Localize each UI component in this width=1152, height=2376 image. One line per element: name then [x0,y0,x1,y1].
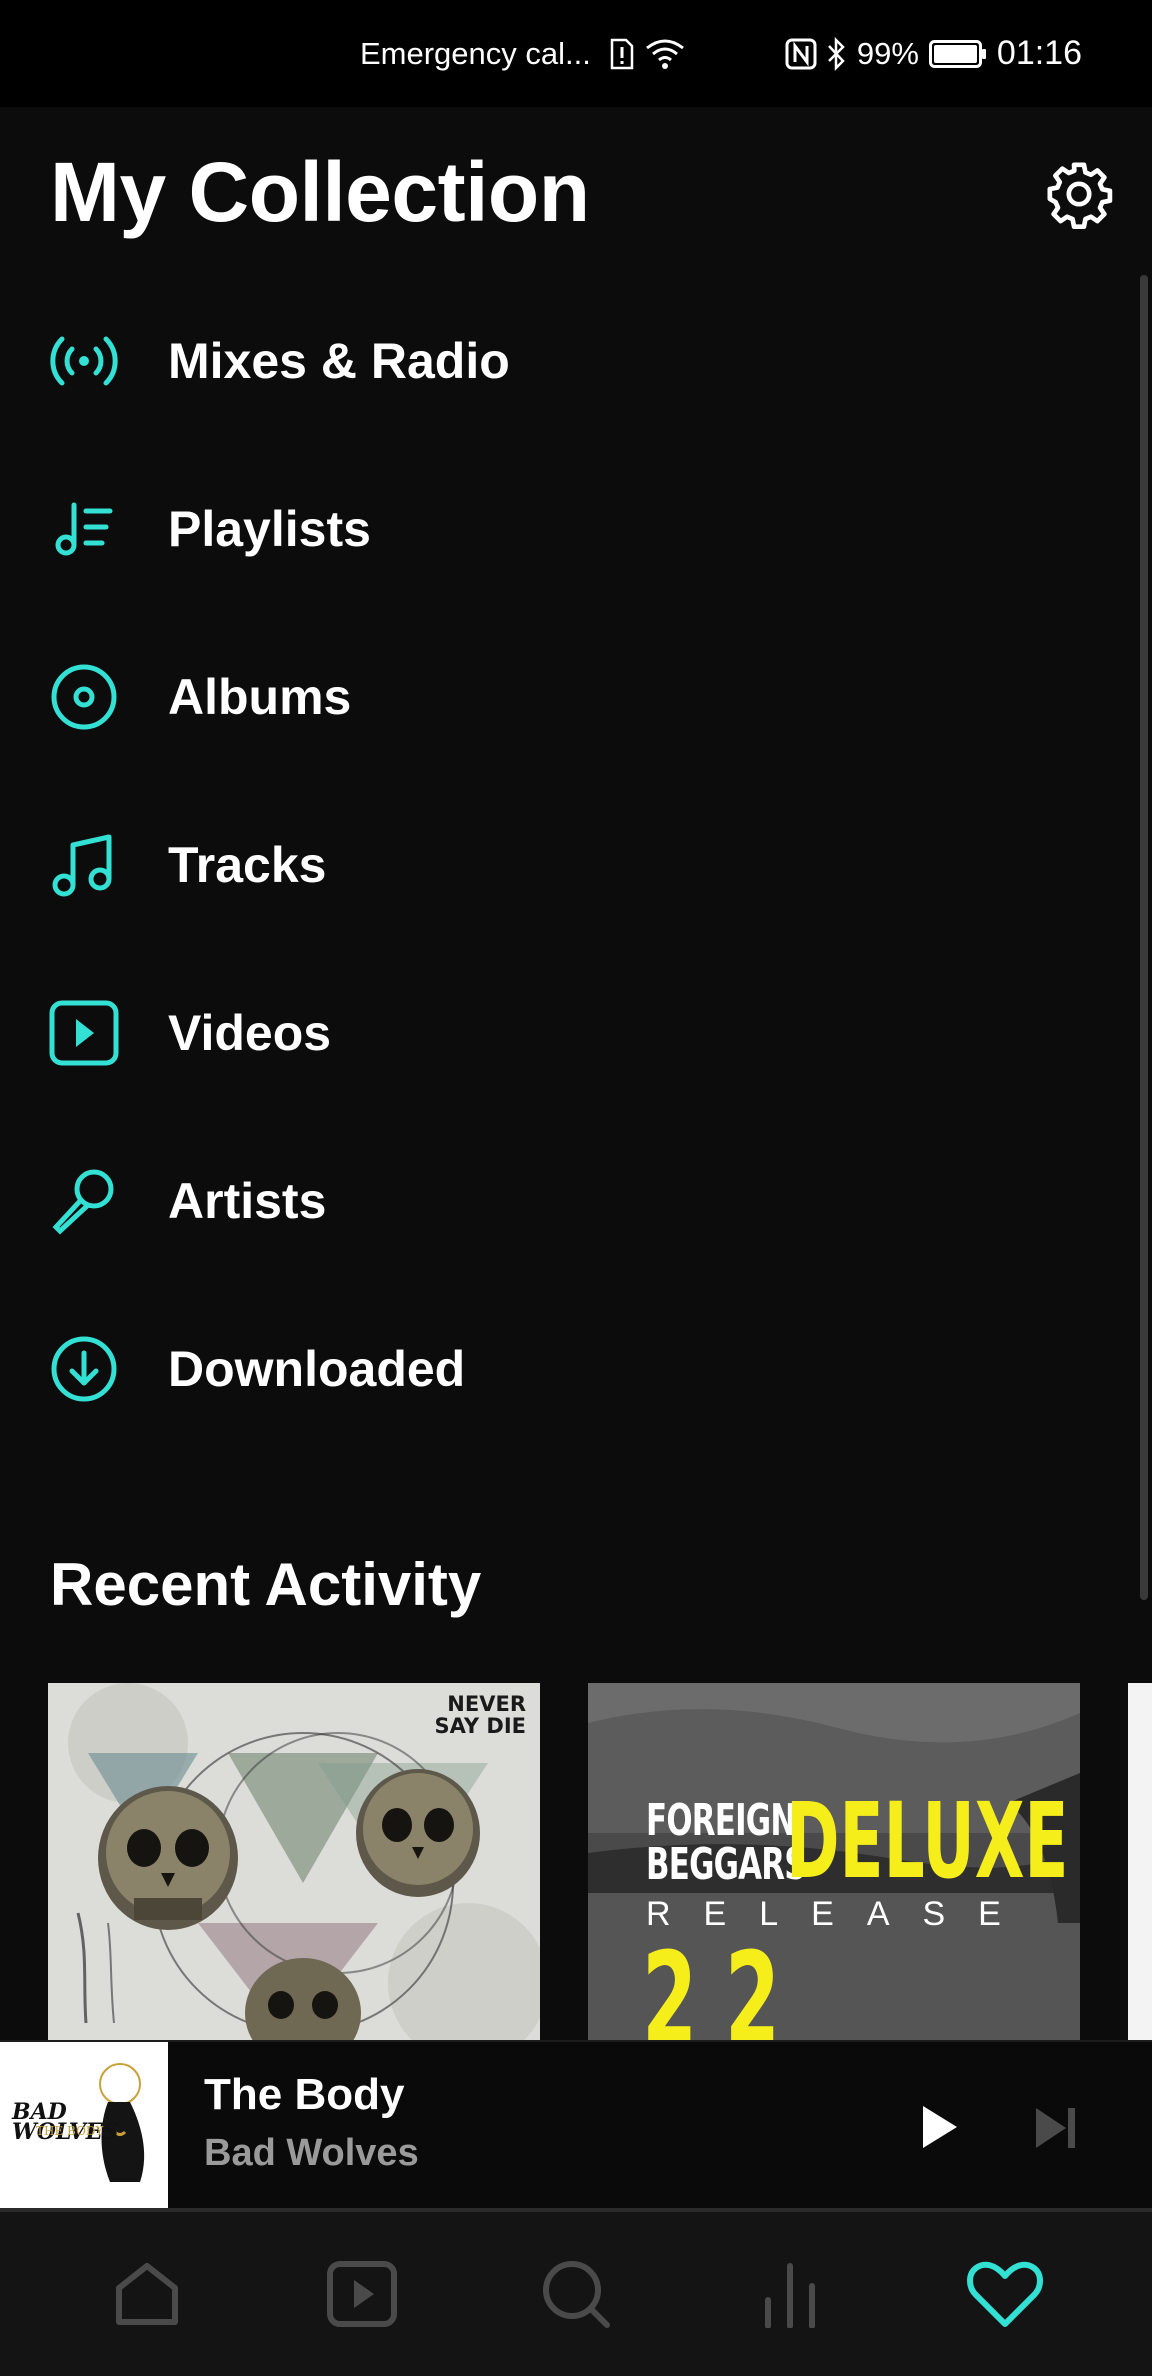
now-playing-artwork: BAD WOLVES THE BODY [0,2042,168,2210]
page-title: My Collection [50,145,590,239]
menu-label-mixes-radio: Mixes & Radio [168,333,510,389]
menu-item-mixes-radio[interactable]: Mixes & Radio [0,286,1120,436]
microphone-icon [48,1165,120,1237]
heart-icon [966,2261,1043,2327]
recent-activity-title: Recent Activity [50,1551,482,1618]
playlist-icon [48,493,120,565]
art-text-beggars: BEGGARS [646,1839,807,1890]
nav-videos[interactable] [302,2234,422,2354]
sim-alert-icon [609,38,635,70]
bluetooth-icon [827,36,847,71]
menu-label-tracks: Tracks [168,837,327,893]
gear-icon [1047,162,1113,229]
music-note-icon [48,829,120,901]
nfc-icon [785,38,817,70]
skip-next-button[interactable] [1020,2092,1092,2164]
nav-search[interactable] [516,2234,636,2354]
clock-time: 01:16 [996,34,1082,72]
nav-explore[interactable] [730,2234,850,2354]
menu-label-artists: Artists [168,1173,327,1229]
download-icon [48,1333,120,1405]
recent-card-never-say-die[interactable]: NEVER SAY DIE [48,1683,540,2040]
album-art-band: FOREIGN BEGGARS [646,1795,807,1890]
menu-item-downloaded[interactable]: Downloaded [0,1294,1120,1444]
menu-label-playlists: Playlists [168,501,371,557]
art-text-die: DIE [486,1714,526,1738]
search-icon [542,2261,610,2328]
carrier-text: Emergency cal... [359,35,591,71]
settings-button[interactable] [1040,155,1118,233]
menu-label-albums: Albums [168,669,352,725]
menu-item-playlists[interactable]: Playlists [0,454,1120,604]
art-text-karma: 2 2 KARMA [642,1926,781,2041]
menu-item-videos[interactable]: Videos [0,958,1120,1108]
art-text-never: NEVER [447,1692,526,1716]
art-text-foreign: FOREIGN [646,1795,796,1846]
art-text-deluxe: DELUXE [786,1780,1069,1902]
mini-player[interactable]: BAD WOLVES THE BODY The Body Bad Wolves [0,2040,1152,2212]
now-playing-title: The Body [204,2070,405,2119]
nav-my-collection[interactable] [945,2234,1065,2354]
menu-label-downloaded: Downloaded [168,1341,466,1397]
video-play-icon [48,997,120,1069]
menu-item-albums[interactable]: Albums [0,622,1120,772]
now-playing-artist: Bad Wolves [204,2132,419,2174]
radio-broadcast-icon [48,325,120,397]
album-disc-icon [48,661,120,733]
scrollbar[interactable] [1140,275,1148,1600]
album-art-badge: NEVER SAY DIE [435,1693,526,1737]
home-icon [116,2263,179,2325]
play-icon [923,2106,957,2148]
status-bar: Emergency cal... 99% 01:16 [0,0,1152,107]
art-text-say: SAY [434,1714,480,1738]
video-icon [326,2261,397,2327]
battery-icon [928,39,987,68]
nav-home[interactable] [87,2234,207,2354]
play-button[interactable] [905,2092,975,2162]
art-text-title: THE BODY [36,2124,104,2138]
menu-label-videos: Videos [168,1005,332,1061]
skip-next-icon [1036,2108,1075,2148]
menu-item-artists[interactable]: Artists [0,1126,1120,1276]
recent-card-karma[interactable]: FOREIGN BEGGARS DELUXE RELEASE 2 2 KARMA [588,1683,1080,2040]
menu-item-tracks[interactable]: Tracks [0,790,1120,940]
battery-percent: 99% [856,35,919,71]
bottom-navigation [0,2212,1152,2376]
my-collection-screen: Emergency cal... 99% 01:16 My Collection [0,0,1152,2376]
wifi-icon [645,38,685,70]
equalizer-icon [765,2263,816,2328]
recent-card-partial[interactable] [1128,1683,1152,2040]
